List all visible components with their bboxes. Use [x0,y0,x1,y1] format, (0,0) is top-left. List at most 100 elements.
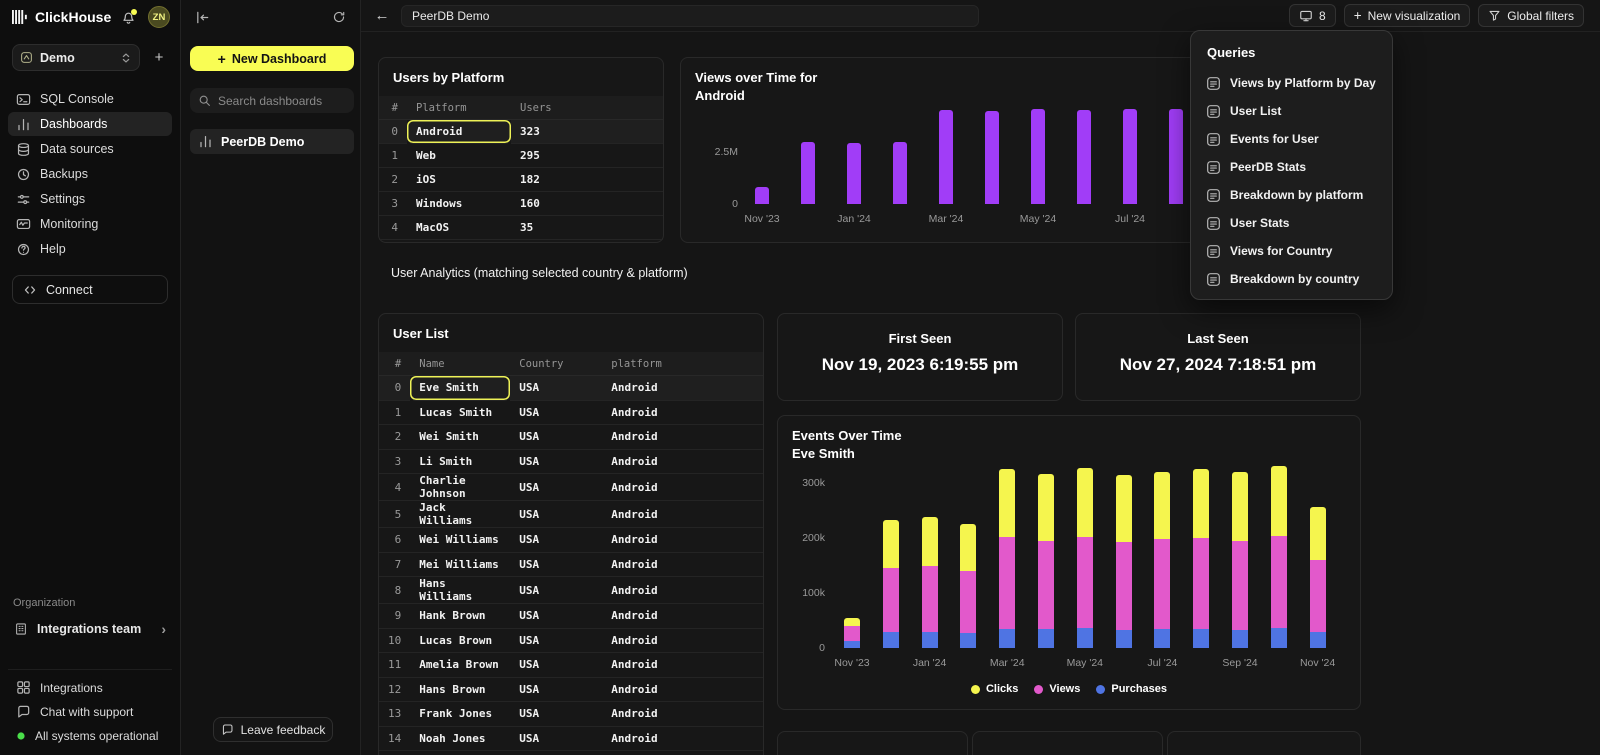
chart-bar-segment[interactable] [1193,538,1209,629]
chart-bar-segment[interactable] [1193,629,1209,648]
chart-bar-segment[interactable] [844,618,860,626]
table-row[interactable]: 1 Web 295 [379,144,663,168]
chart-bar-segment[interactable] [883,632,899,649]
sidebar-item-help[interactable]: Help [8,237,172,261]
name-cell[interactable]: Lucas Smith [410,401,510,426]
connect-button[interactable]: Connect [12,275,168,304]
collapse-sidebar-icon[interactable] [195,10,210,25]
table-row[interactable]: 2 iOS 182 [379,168,663,192]
platform-cell[interactable]: Android [407,120,511,144]
chart-bar-segment[interactable] [1154,539,1170,629]
query-item-views-by-platform-by-day[interactable]: Views by Platform by Day [1197,69,1386,97]
sidebar-item-sql-console[interactable]: SQL Console [8,87,172,111]
table-row[interactable]: 9 Hank Brown USA Android [379,604,763,629]
table-row[interactable]: 7 Mei Williams USA Android [379,553,763,578]
chart-bar-segment[interactable] [883,520,899,568]
chart-bar-segment[interactable] [844,626,860,641]
chart-bar-segment[interactable] [1038,541,1054,629]
table-row[interactable]: 8 Hans Williams USA Android [379,577,763,604]
query-item-breakdown-by-country[interactable]: Breakdown by country [1197,265,1386,293]
chart-bar-segment[interactable] [1271,466,1287,536]
name-cell[interactable]: Hans Brown [410,678,510,703]
sidebar-item-monitoring[interactable]: Monitoring [8,212,172,236]
name-cell[interactable]: Frank Jones [410,702,510,727]
table-row[interactable]: 6 Wei Williams USA Android [379,528,763,553]
legend-item-views[interactable]: Views [1034,683,1080,695]
chart-bar-segment[interactable] [960,633,976,648]
chart-bar-segment[interactable] [1193,469,1209,537]
table-row[interactable]: 14 Noah Jones USA Android [379,727,763,752]
back-arrow-icon[interactable]: ← [373,7,391,24]
chart-bar-segment[interactable] [1271,628,1287,648]
query-item-peerdb-stats[interactable]: PeerDB Stats [1197,153,1386,181]
chart-bar-segment[interactable] [922,566,938,631]
name-cell[interactable]: Noah Jones [410,727,510,752]
table-row[interactable]: 4 Charlie Johnson USA Android [379,474,763,501]
slides-count-button[interactable]: 8 [1289,4,1336,27]
table-row[interactable]: 1 Lucas Smith USA Android [379,401,763,426]
chart-bar-segment[interactable] [999,537,1015,629]
chart-bar-segment[interactable] [1232,541,1248,630]
chart-bar-segment[interactable] [922,517,938,566]
leave-feedback-button[interactable]: Leave feedback [213,717,333,742]
sidebar-footer-integrations[interactable]: Integrations [8,676,172,699]
dashboard-item-peerdb-demo[interactable]: PeerDB Demo [190,129,354,154]
table-row[interactable]: 13 Frank Jones USA Android [379,702,763,727]
chart-bar-segment[interactable] [999,469,1015,537]
chart-bar-segment[interactable] [1232,630,1248,648]
name-cell[interactable]: Amelia Brown [410,653,510,678]
chart-bar-segment[interactable] [1232,472,1248,541]
table-row[interactable]: 12 Hans Brown USA Android [379,678,763,703]
clickhouse-home-link[interactable]: ClickHouse [12,9,115,25]
chart-bar-segment[interactable] [999,629,1015,648]
chart-bar-segment[interactable] [1038,474,1054,541]
chart-bar-segment[interactable] [844,641,860,648]
query-item-views-for-country[interactable]: Views for Country [1197,237,1386,265]
table-row[interactable]: 5 Jack Williams USA Android [379,501,763,528]
search-dashboards-input[interactable] [218,94,346,108]
query-item-events-for-user[interactable]: Events for User [1197,125,1386,153]
table-row[interactable]: 3 Windows 160 [379,192,663,216]
chart-bar-segment[interactable] [1310,560,1326,632]
name-cell[interactable]: Jack Williams [410,501,510,528]
chart-bar-segment[interactable] [755,187,769,204]
legend-item-clicks[interactable]: Clicks [971,683,1018,695]
table-row[interactable]: 0 Eve Smith USA Android [379,376,763,401]
platform-cell[interactable]: Web [407,144,511,168]
chart-bar-segment[interactable] [922,632,938,649]
platform-cell[interactable]: iOS [407,168,511,192]
chart-bar-segment[interactable] [1271,536,1287,628]
refresh-icon[interactable] [332,10,346,24]
name-cell[interactable]: Wei Smith [410,425,510,450]
chart-bar-segment[interactable] [1154,629,1170,648]
sidebar-item-integrations-team[interactable]: Integrations team › [8,615,172,642]
chart-bar-segment[interactable] [1038,629,1054,648]
chart-bar-segment[interactable] [893,142,907,205]
chart-bar-segment[interactable] [1310,507,1326,559]
chart-bar-segment[interactable] [1077,537,1093,628]
workspace-select[interactable]: Demo [12,44,140,71]
name-cell[interactable]: Lucas Brown [410,629,510,654]
sidebar-footer-all-systems-operational[interactable]: All systems operational [8,724,172,747]
sidebar-item-settings[interactable]: Settings [8,187,172,211]
chart-bar-segment[interactable] [1116,475,1132,541]
chart-bar-segment[interactable] [1077,628,1093,648]
chart-bar-segment[interactable] [939,110,953,204]
table-row[interactable]: 3 Li Smith USA Android [379,450,763,475]
name-cell[interactable]: Wei Williams [410,528,510,553]
chart-bar-segment[interactable] [1031,109,1045,204]
table-row[interactable]: 2 Wei Smith USA Android [379,425,763,450]
dashboard-title-input[interactable] [401,5,979,27]
chart-bar-segment[interactable] [960,524,976,571]
name-cell[interactable]: Li Smith [410,450,510,475]
chart-bar-segment[interactable] [1154,472,1170,539]
chart-bar-segment[interactable] [1169,109,1183,204]
chart-bar-segment[interactable] [1077,110,1091,204]
table-row[interactable]: 4 MacOS 35 [379,216,663,240]
name-cell[interactable]: Hans Williams [410,577,510,604]
legend-item-purchases[interactable]: Purchases [1096,683,1167,695]
name-cell[interactable]: Eve Smith [410,376,510,401]
chart-bar-segment[interactable] [1310,632,1326,649]
name-cell[interactable]: Mei Williams [410,553,510,578]
chart-bar-segment[interactable] [960,571,976,633]
